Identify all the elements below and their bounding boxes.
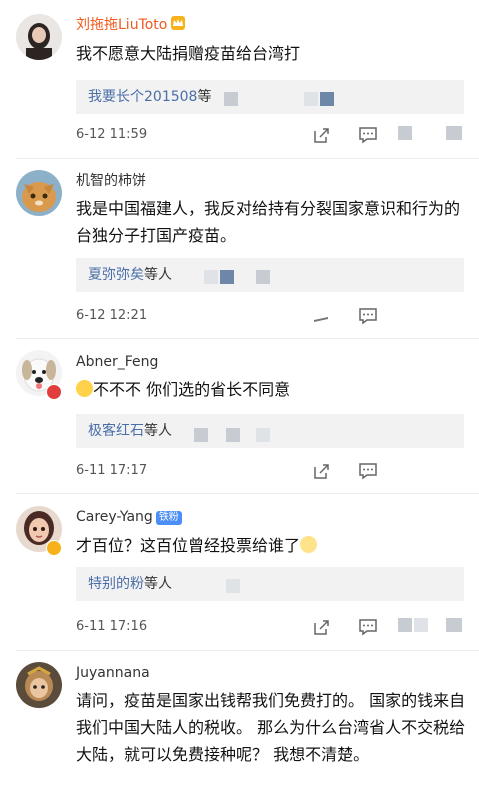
share-icon[interactable] [312,617,332,637]
censored-block [226,579,240,593]
reply-user-link[interactable]: 我要长个201508 [88,89,197,105]
username[interactable]: Juyannana [76,663,150,683]
comment-text-body: 不不不 你们选的省长不同意 [93,380,291,399]
username[interactable]: Carey-Yang 铁粉 [76,507,182,527]
emoji-icon [300,536,318,553]
divider [16,650,479,651]
censored-block [204,270,218,284]
censored-block [398,618,412,632]
replies-preview[interactable]: 极客红石等人 [76,414,464,448]
timestamp: 6-11 17:17 [76,463,148,478]
comment-text: 请问，疫苗是国家出钱帮我们免费打的。 国家的钱来自我们中国大陆人的税收。 那么为… [76,691,466,764]
reply-user-link[interactable]: 特别的粉 [88,576,144,592]
divider [16,158,479,159]
username[interactable]: 刘拖拖LiuToto [76,15,186,35]
censored-block [224,92,238,106]
replies-suffix: 等人 [144,267,172,283]
flag-badge-icon [46,384,62,400]
comment-icon[interactable] [358,125,378,145]
comment-icon[interactable] [358,617,378,637]
replies-preview[interactable]: 夏弥弥矣等人 [76,258,464,292]
replies-preview[interactable]: 我要长个201508等 [76,80,464,114]
censored-block [398,126,412,140]
share-icon[interactable] [312,461,332,481]
emoji-icon [76,380,93,397]
replies-suffix: 等人 [144,423,172,439]
reply-user-link[interactable]: 夏弥弥矣 [88,267,144,283]
avatar[interactable] [16,662,62,708]
censored-block [256,428,270,442]
comment-text: 不不不 你们选的省长不同意 [76,376,466,403]
comment-text: 才百位？这百位曾经投票给谁了 [76,532,466,559]
avatar[interactable] [16,170,62,216]
censored-block [256,270,270,284]
censored-block [320,92,334,106]
replies-suffix: 等 [197,89,212,105]
censored-block [414,618,428,632]
timestamp: 6-12 12:21 [76,308,148,323]
censored-block [194,428,208,442]
avatar[interactable] [16,14,62,60]
username[interactable]: 机智的柿饼 [76,171,146,191]
comment-icon[interactable] [358,461,378,481]
share-icon[interactable] [312,125,332,145]
fan-badge: 铁粉 [155,511,182,525]
censored-block [220,270,234,284]
vip-badge-icon [46,540,62,556]
censored-block [304,92,318,106]
replies-suffix: 等人 [144,576,172,592]
crown-icon [170,15,186,31]
censored-block [446,618,462,632]
timestamp: 6-11 17:16 [76,619,148,634]
comment-icon[interactable] [358,306,378,326]
comment-text: 我不愿意大陆捐赠疫苗给台湾打 [76,44,301,63]
divider [16,338,479,339]
censored-block [226,428,240,442]
timestamp: 6-12 11:59 [76,127,148,142]
share-icon[interactable] [312,306,332,326]
divider [16,493,479,494]
comment-text: 我是中国福建人，我反对给持有分裂国家意识和行为的台独分子打国产疫苗。 [76,199,461,245]
censored-block [446,126,462,140]
username[interactable]: Abner_Feng [76,352,158,372]
replies-preview[interactable]: 特别的粉等人 [76,567,464,601]
comment-text-body: 才百位？这百位曾经投票给谁了 [76,536,301,555]
reply-user-link[interactable]: 极客红石 [88,423,144,439]
